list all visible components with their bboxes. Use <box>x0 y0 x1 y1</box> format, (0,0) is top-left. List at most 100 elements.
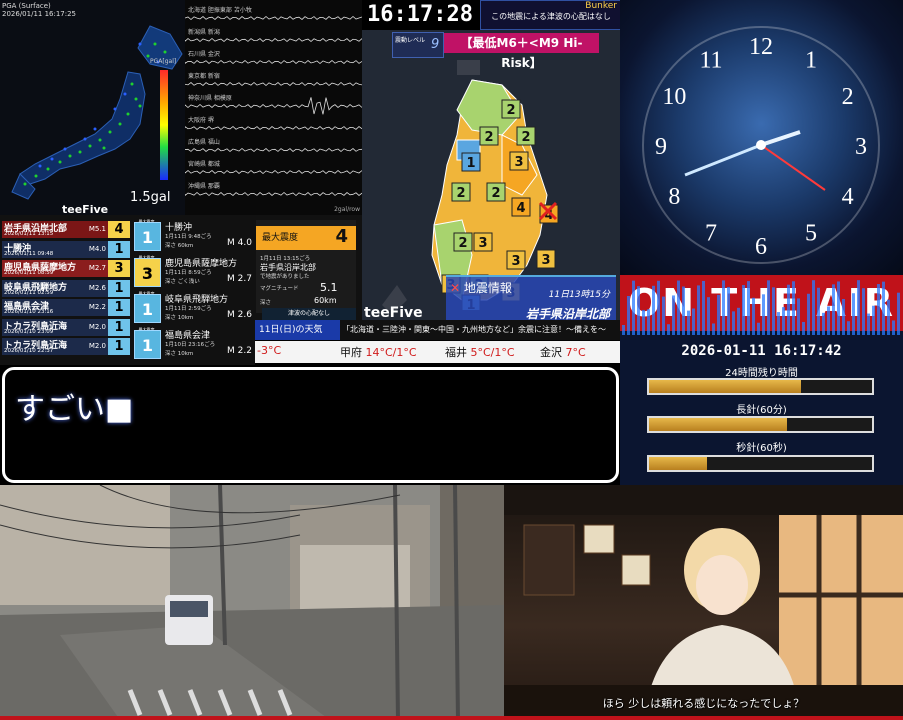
svg-text:3: 3 <box>514 155 523 170</box>
intensity-cell: 2 <box>501 99 521 119</box>
visualizer-bar <box>742 285 745 335</box>
clock-center <box>756 140 766 150</box>
clock-numeral: 10 <box>662 84 686 110</box>
street-scene <box>0 485 504 720</box>
quake-row-intensity: 1 <box>108 299 130 316</box>
quake-row-date: 2026/01/10 23:16 <box>4 309 54 315</box>
visualizer-bar <box>787 284 790 335</box>
weather-temp: 14°C/1°C <box>365 346 417 359</box>
clock-numeral: 9 <box>655 134 667 160</box>
intensity-cell: 1 <box>461 152 481 172</box>
second-hand-label: 秒針(60秒) <box>736 443 787 454</box>
visualizer-bar <box>797 298 800 335</box>
visualizer-bar <box>747 281 750 335</box>
svg-text:3: 3 <box>478 236 487 251</box>
minute-hand-label: 長針(60分) <box>736 405 787 416</box>
quake-row-mag: M2.0 <box>88 322 106 331</box>
detail-note: で地震がありました <box>260 274 310 280</box>
quake-list-row: 鹿児島県薩摩地方 2026/01/11 08:59 M2.7 3 <box>2 260 130 277</box>
visualizer-bar <box>647 309 650 335</box>
teefive-logo-2: teeFive <box>364 305 423 321</box>
card-depth: 深さ 10km <box>165 315 194 321</box>
weather-item: 金沢 7°C <box>540 344 586 360</box>
bunker-subtitle: この地震による津波の心配はなし <box>491 12 611 21</box>
visualizer-bar <box>782 307 785 335</box>
card-magnitude: M 2.7 <box>227 274 252 284</box>
analog-clock: 121234567891011 <box>642 26 880 264</box>
svg-text:2: 2 <box>484 130 493 145</box>
clock-minute-hand <box>684 143 762 177</box>
intensity-cell: 2 <box>516 126 536 146</box>
svg-text:1: 1 <box>466 156 475 171</box>
quake-row-mag: M2.7 <box>88 264 106 272</box>
visualizer-bar <box>847 321 850 335</box>
visualizer-bar <box>882 281 885 335</box>
max-intensity-box: 最大震度 4 <box>256 226 356 250</box>
station-label: 神奈川県 相模原 <box>188 94 232 102</box>
visualizer-bar <box>812 280 815 335</box>
weather-alert: 「北海道・三陸沖・関東〜中国・九州地方など」余震に注意！〜備えを〜 <box>340 320 620 340</box>
visualizer-bar <box>832 284 835 335</box>
earth-clock-panel: 12 1 2 3 4 5 6 7 8 9 10 11 <box>620 0 903 275</box>
intensity-cell: 2 <box>486 182 506 202</box>
weather-city: 金沢 <box>540 346 562 359</box>
visualizer-bar <box>672 295 675 335</box>
intensity-cell: 2 <box>453 232 473 252</box>
second-bar-fill <box>649 457 707 470</box>
clock-numeral: 7 <box>705 221 717 247</box>
quake-row-date: 2026/01/11 09:48 <box>4 250 54 257</box>
waveform-trace <box>185 191 362 197</box>
svg-text:3: 3 <box>511 254 520 269</box>
visualizer-bar <box>852 293 855 335</box>
quake-info-title: ✕ 地震情報 <box>450 281 512 295</box>
pga-color-scale <box>160 70 168 180</box>
card-date: 1月11日 9:48ごろ <box>165 234 212 240</box>
quake-row-intensity: 4 <box>108 221 130 238</box>
quake-card: 最大震度 3 鹿児島県薩摩地方 1月11日 8:59ごろ 深さ ごく浅い M 2… <box>132 255 254 288</box>
quake-row-date: 2026/01/11 02:59 <box>4 289 54 296</box>
weather-temp: -3°C <box>257 344 282 357</box>
intensity-cell: 3 <box>473 232 493 252</box>
visualizer-bar <box>682 286 685 335</box>
weather-title: 11日(日)の天気 <box>255 320 340 340</box>
clock-numeral: 3 <box>855 134 867 160</box>
station-label: 東京都 新宿 <box>188 72 220 80</box>
quake-card: 最大震度 1 福島県会津 1月10日 23:16ごろ 深さ 10km M 2.2 <box>132 327 254 360</box>
card-intensity: 3 <box>134 258 161 287</box>
visualizer-bar <box>662 296 665 335</box>
visualizer-bar <box>802 321 805 335</box>
visualizer-bar <box>887 299 890 335</box>
card-intensity: 1 <box>134 222 161 251</box>
weather-temp: 5°C/1°C <box>470 346 515 359</box>
visualizer-bar <box>897 292 900 335</box>
anime-room-scene: ほら 少しは頼れる感じになったでしょ？ <box>504 485 903 720</box>
remaining-label: 24時間残り時間 <box>725 368 798 379</box>
visualizer-bar <box>837 281 840 335</box>
on-air-panel: ON THE AIR 2026-01-11 16:17:42 24時間残り時間 … <box>620 275 903 485</box>
intensity-cell: 2 <box>479 126 499 146</box>
visualizer-bar <box>807 293 810 335</box>
detail-depth-label: 深さ <box>260 300 272 306</box>
quake-row-intensity: 3 <box>108 260 130 277</box>
visualizer-bar <box>792 281 795 335</box>
waveform-trace <box>185 59 362 65</box>
quake-info-box: ✕ 地震情報 11日13時15分 岩手県沿岸北部 <box>446 275 616 325</box>
visualizer-bar <box>862 288 865 335</box>
quake-row-mag: M5.1 <box>88 225 106 233</box>
visualizer-bar <box>737 307 740 335</box>
svg-text:2: 2 <box>521 130 530 145</box>
pga-map-title: PGA (Surface) <box>2 2 51 10</box>
second-bar <box>647 455 874 472</box>
on-air-datetime: 2026-01-11 16:17:42 <box>681 343 842 359</box>
visualizer-bar <box>627 296 630 335</box>
max-intensity-value: 4 <box>335 226 348 247</box>
shaking-level-value: 9 <box>431 37 440 52</box>
quake-row-mag: M2.6 <box>88 283 106 292</box>
intensity-map-panel: 震動レベル 9 【最低M6＋<M9 Hi-Risk】 2221322442333… <box>362 30 620 335</box>
quake-card: 最大震度 1 岐阜県飛騨地方 1月11日 2:59ごろ 深さ 10km M 2.… <box>132 291 254 324</box>
visualizer-bar <box>642 309 645 335</box>
weather-item: -3°C <box>257 344 281 357</box>
character-face <box>696 555 748 615</box>
station-label: 大阪府 堺 <box>188 116 214 124</box>
tsunami-note: 津波の心配なし <box>262 308 356 320</box>
